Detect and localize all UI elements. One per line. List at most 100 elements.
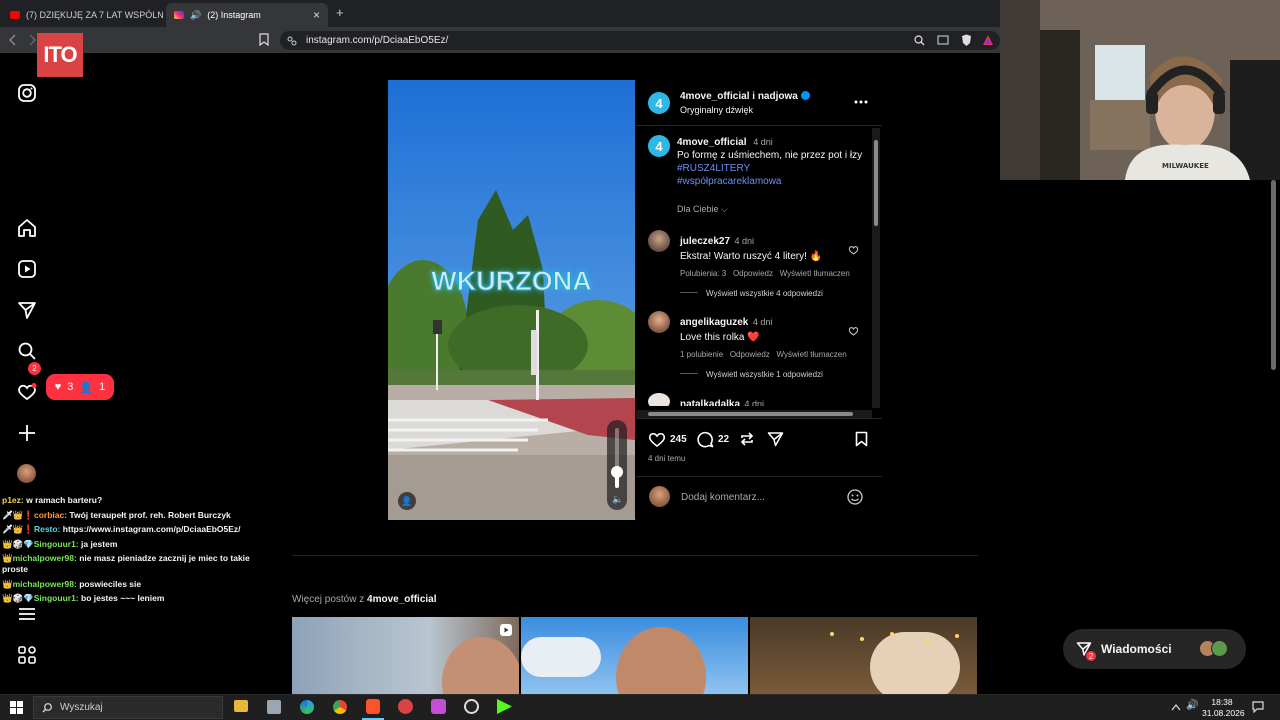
close-tab-icon[interactable]: × bbox=[313, 8, 320, 22]
notifications-heart-icon[interactable] bbox=[16, 381, 38, 403]
view-replies-button[interactable]: Wyświetl wszystkie 1 odpowiedzi bbox=[680, 370, 823, 379]
horizontal-scrollbar[interactable] bbox=[636, 410, 872, 418]
caption-username[interactable]: 4move_official bbox=[677, 137, 746, 148]
new-tab-button[interactable]: + bbox=[336, 5, 344, 20]
more-posts-username[interactable]: 4move_official bbox=[367, 594, 436, 605]
hashtag-link[interactable]: #współpracareklamowa bbox=[677, 176, 782, 187]
app-icon[interactable] bbox=[398, 699, 413, 714]
view-replies-button[interactable]: Wyświetl wszystkie 4 odpowiedzi bbox=[680, 289, 823, 298]
clock-time: 18:38 bbox=[1211, 697, 1233, 707]
comment-username[interactable]: angelikaguzek bbox=[680, 317, 748, 328]
comment-time: 4 dni bbox=[734, 236, 755, 246]
bookmark-icon[interactable] bbox=[259, 33, 269, 46]
emoji-icon[interactable] bbox=[847, 489, 863, 505]
messages-button[interactable]: 2 Wiadomości bbox=[1063, 629, 1246, 669]
clock-date: 31.08.2026 bbox=[1202, 708, 1245, 718]
cast-icon[interactable] bbox=[937, 35, 949, 46]
comment-time: 4 dni bbox=[752, 317, 773, 327]
reply-button[interactable]: Odpowiedz bbox=[733, 269, 773, 278]
translate-button[interactable]: Wyświetl tłumaczen bbox=[777, 350, 847, 359]
back-icon[interactable] bbox=[8, 34, 18, 46]
profile-avatar[interactable] bbox=[17, 464, 36, 483]
author-username[interactable]: 4move_official bbox=[680, 91, 749, 102]
chat-user: Resto: bbox=[33, 524, 61, 535]
more-options-icon[interactable] bbox=[854, 100, 868, 104]
volume-thumb[interactable] bbox=[611, 466, 623, 478]
comments-count[interactable]: 22 bbox=[718, 434, 729, 445]
post-details-panel: 4 4move_official i nadjowa Oryginalny dź… bbox=[636, 80, 882, 520]
forward-icon[interactable] bbox=[27, 34, 37, 46]
reel-video[interactable]: WKURZONA 👤 🔈 bbox=[388, 80, 635, 520]
author-line: 4move_official i nadjowa bbox=[680, 91, 810, 102]
obs-icon[interactable] bbox=[464, 699, 479, 714]
tab-instagram[interactable]: 🔊 (2) Instagram × bbox=[166, 3, 328, 27]
app-icon[interactable] bbox=[431, 699, 446, 714]
also-from-meta-icon[interactable] bbox=[16, 644, 38, 666]
chevron-up-icon[interactable] bbox=[1171, 703, 1181, 711]
comment-likes[interactable]: Polubienia: 3 bbox=[680, 269, 726, 278]
thumbnail-lights bbox=[830, 632, 834, 636]
comment-like-icon[interactable] bbox=[848, 326, 859, 336]
divider bbox=[636, 418, 882, 419]
home-icon[interactable] bbox=[16, 217, 38, 239]
repost-icon[interactable] bbox=[739, 431, 755, 447]
comment-likes[interactable]: 1 polubienie bbox=[680, 350, 723, 359]
likes-count[interactable]: 245 bbox=[670, 434, 687, 445]
notification-center-icon[interactable] bbox=[1252, 701, 1264, 713]
translation-toggle[interactable]: Dla Ciebie ⌵ bbox=[677, 204, 728, 215]
section-divider bbox=[292, 555, 978, 556]
tab-youtube[interactable]: (7) DZIĘKUJĘ ZA 7 LAT WSPÓLNYCH bbox=[2, 3, 164, 27]
taskbar-search[interactable]: Wyszukaj bbox=[33, 696, 223, 719]
site-settings-icon[interactable] bbox=[287, 36, 297, 46]
windows-start-icon[interactable] bbox=[10, 701, 23, 714]
activity-popup[interactable]: ♥ 3 👤 1 bbox=[46, 374, 114, 400]
comment-like-icon[interactable] bbox=[848, 245, 859, 255]
app-icon[interactable] bbox=[267, 700, 281, 714]
instagram-logo-icon[interactable] bbox=[16, 82, 38, 104]
commenter-avatar[interactable] bbox=[648, 230, 670, 252]
collab-username[interactable]: i nadjowa bbox=[752, 91, 798, 102]
chrome-icon[interactable] bbox=[333, 700, 347, 714]
share-icon[interactable] bbox=[767, 431, 784, 447]
scrollbar-thumb[interactable] bbox=[874, 140, 878, 226]
brave-shield-icon[interactable] bbox=[961, 34, 972, 47]
comments-scrollbar[interactable] bbox=[872, 128, 880, 408]
thumbnail[interactable] bbox=[521, 617, 748, 694]
author-avatar[interactable]: 4 bbox=[648, 92, 670, 114]
search-icon[interactable] bbox=[16, 340, 38, 362]
caption-avatar[interactable]: 4 bbox=[648, 135, 670, 157]
chat-message: 🗡👑❗corbiac: Twój teraupełt prof. reh. Ro… bbox=[2, 510, 252, 521]
page-scrollbar-thumb[interactable] bbox=[1271, 180, 1276, 370]
zoom-icon[interactable] bbox=[914, 35, 925, 46]
translate-button[interactable]: Wyświetl tłumaczen bbox=[780, 269, 850, 278]
brave-icon[interactable] bbox=[366, 699, 380, 714]
address-bar[interactable]: instagram.com/p/DciaaEbO5Ez/ bbox=[280, 31, 1000, 50]
file-explorer-icon[interactable] bbox=[234, 700, 248, 712]
comment-icon[interactable] bbox=[696, 430, 714, 448]
brave-rewards-icon[interactable] bbox=[982, 34, 994, 46]
add-comment-input[interactable]: Dodaj komentarz... bbox=[681, 492, 765, 503]
volume-slider[interactable]: 🔈 bbox=[607, 420, 627, 510]
chat-message: 👑michalpower98: poswieciles sie bbox=[2, 579, 252, 590]
direct-messages-icon[interactable] bbox=[16, 299, 38, 321]
audio-label[interactable]: Oryginalny dźwięk bbox=[680, 105, 753, 115]
hscrollbar-thumb[interactable] bbox=[648, 412, 853, 416]
messages-badge: 2 bbox=[1085, 650, 1097, 662]
commenter-avatar[interactable] bbox=[648, 311, 670, 333]
reels-icon[interactable] bbox=[16, 258, 38, 280]
hashtag-link[interactable]: #RUSZ4LITERY bbox=[677, 163, 750, 174]
clock[interactable]: 18:38 31.08.2026 bbox=[1202, 697, 1245, 719]
save-bookmark-icon[interactable] bbox=[855, 431, 868, 447]
volume-icon[interactable]: 🔊 bbox=[1186, 700, 1198, 711]
create-plus-icon[interactable] bbox=[16, 422, 38, 444]
thumbnail[interactable] bbox=[750, 617, 977, 694]
like-icon[interactable] bbox=[648, 431, 666, 447]
reply-button[interactable]: Odpowiedz bbox=[730, 350, 770, 359]
kick-icon[interactable] bbox=[497, 699, 512, 714]
comment-username[interactable]: juleczek27 bbox=[680, 236, 730, 247]
tagged-people-icon[interactable]: 👤 bbox=[398, 492, 416, 510]
volume-icon[interactable]: 🔈 bbox=[612, 494, 623, 505]
edge-icon[interactable] bbox=[300, 700, 314, 714]
comment-actions: Polubienia: 3 Odpowiedz Wyświetl tłumacz… bbox=[680, 269, 875, 278]
thumbnail[interactable] bbox=[292, 617, 519, 694]
